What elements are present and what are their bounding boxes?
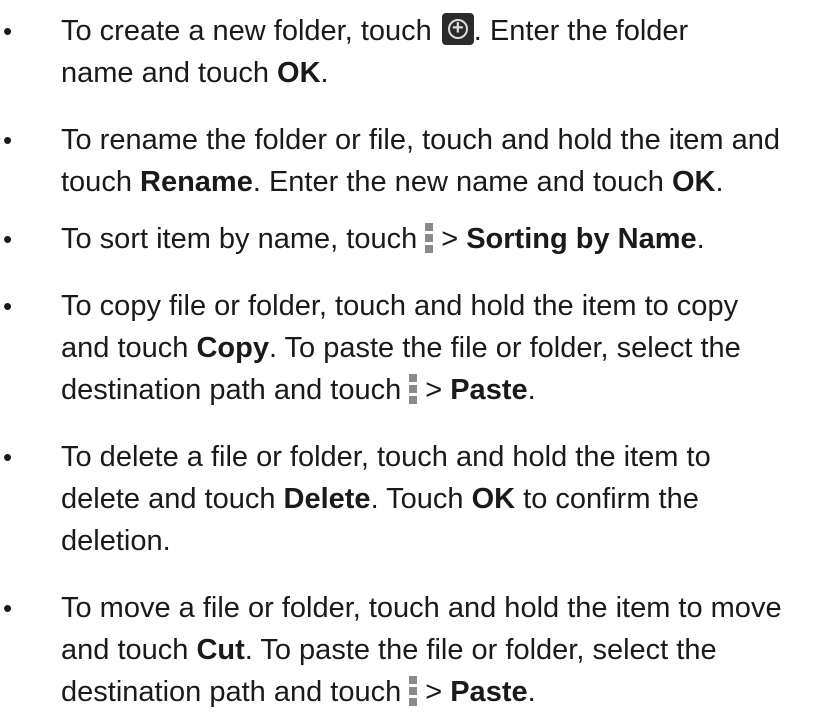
- text-span: and touch: [61, 332, 197, 364]
- text-line: To rename the folder or file, touch and …: [61, 124, 780, 156]
- list-item-text: To create a new folder, touch . Enter the…: [61, 10, 840, 94]
- text-line: and touch Copy. To paste the file or fol…: [61, 327, 840, 369]
- text-span: name and touch: [61, 57, 278, 89]
- bullet: •: [3, 442, 13, 472]
- text-line: name and touch OK.: [61, 52, 840, 94]
- list-item-text: To copy file or folder, touch and hold t…: [61, 285, 840, 411]
- add-folder-icon: [441, 13, 474, 45]
- menu-icon: [409, 374, 418, 404]
- text-span: To create a new folder, touch: [61, 15, 432, 47]
- copy-label: Copy: [196, 332, 269, 364]
- list-item-text: To sort item by name, touch > Sorting by …: [61, 218, 840, 260]
- delete-label: Delete: [283, 483, 371, 515]
- text-line: touch Rename. Enter the new name and tou…: [61, 161, 840, 203]
- text-line: To sort item by name, touch > Sorting by …: [61, 218, 840, 260]
- text-line: To move a file or folder, touch and hold…: [61, 592, 782, 624]
- ok-label: OK: [471, 483, 516, 515]
- text-span: . Touch: [370, 483, 472, 515]
- text-line: destination path and touch > Paste.: [61, 369, 840, 411]
- text-span: .: [527, 374, 536, 406]
- text-span: touch: [61, 166, 140, 198]
- text-line: delete and touch Delete. Touch OK to con…: [61, 478, 840, 520]
- bullet: •: [3, 125, 13, 155]
- text-span: . To paste the file or folder, select th…: [268, 332, 741, 364]
- text-span: .: [527, 676, 536, 708]
- menu-icon: [425, 223, 434, 253]
- bullet: •: [3, 291, 13, 321]
- text-span: To sort item by name, touch: [61, 223, 418, 255]
- text-line: To delete a file or folder, touch and ho…: [61, 441, 711, 473]
- text-line: To create a new folder, touch . Enter the…: [61, 10, 840, 52]
- text-span: >: [441, 223, 467, 255]
- text-line: destination path and touch > Paste.: [61, 671, 840, 713]
- cut-label: Cut: [196, 634, 245, 666]
- text-line: deletion.: [61, 525, 171, 557]
- paste-label: Paste: [450, 374, 528, 406]
- rename-label: Rename: [140, 166, 253, 198]
- text-span: destination path and touch: [61, 374, 402, 406]
- text-span: .: [696, 223, 705, 255]
- text-span: >: [425, 676, 451, 708]
- text-span: . Enter the folder: [473, 15, 689, 47]
- ok-label: OK: [671, 166, 716, 198]
- text-span: . To paste the file or folder, select th…: [244, 634, 717, 666]
- bullet: •: [3, 593, 13, 623]
- bullet: •: [3, 224, 13, 254]
- text-span: .: [320, 57, 329, 89]
- list-item-text: To rename the folder or file, touch and …: [61, 119, 840, 203]
- text-span: destination path and touch: [61, 676, 402, 708]
- ok-label: OK: [277, 57, 321, 89]
- text-span: .: [715, 166, 724, 198]
- text-line: To copy file or folder, touch and hold t…: [61, 290, 739, 322]
- paste-label: Paste: [450, 676, 528, 708]
- text-span: >: [425, 374, 451, 406]
- text-span: and touch: [61, 634, 197, 666]
- text-span: delete and touch: [61, 483, 284, 515]
- text-span: to confirm the: [515, 483, 699, 515]
- text-span: . Enter the new name and touch: [252, 166, 672, 198]
- sorting-by-name-label: Sorting by Name: [466, 223, 697, 255]
- list-item-text: To delete a file or folder, touch and ho…: [61, 436, 840, 562]
- bullet: •: [3, 16, 13, 46]
- list-item-text: To move a file or folder, touch and hold…: [61, 587, 840, 713]
- text-line: and touch Cut. To paste the file or fold…: [61, 629, 840, 671]
